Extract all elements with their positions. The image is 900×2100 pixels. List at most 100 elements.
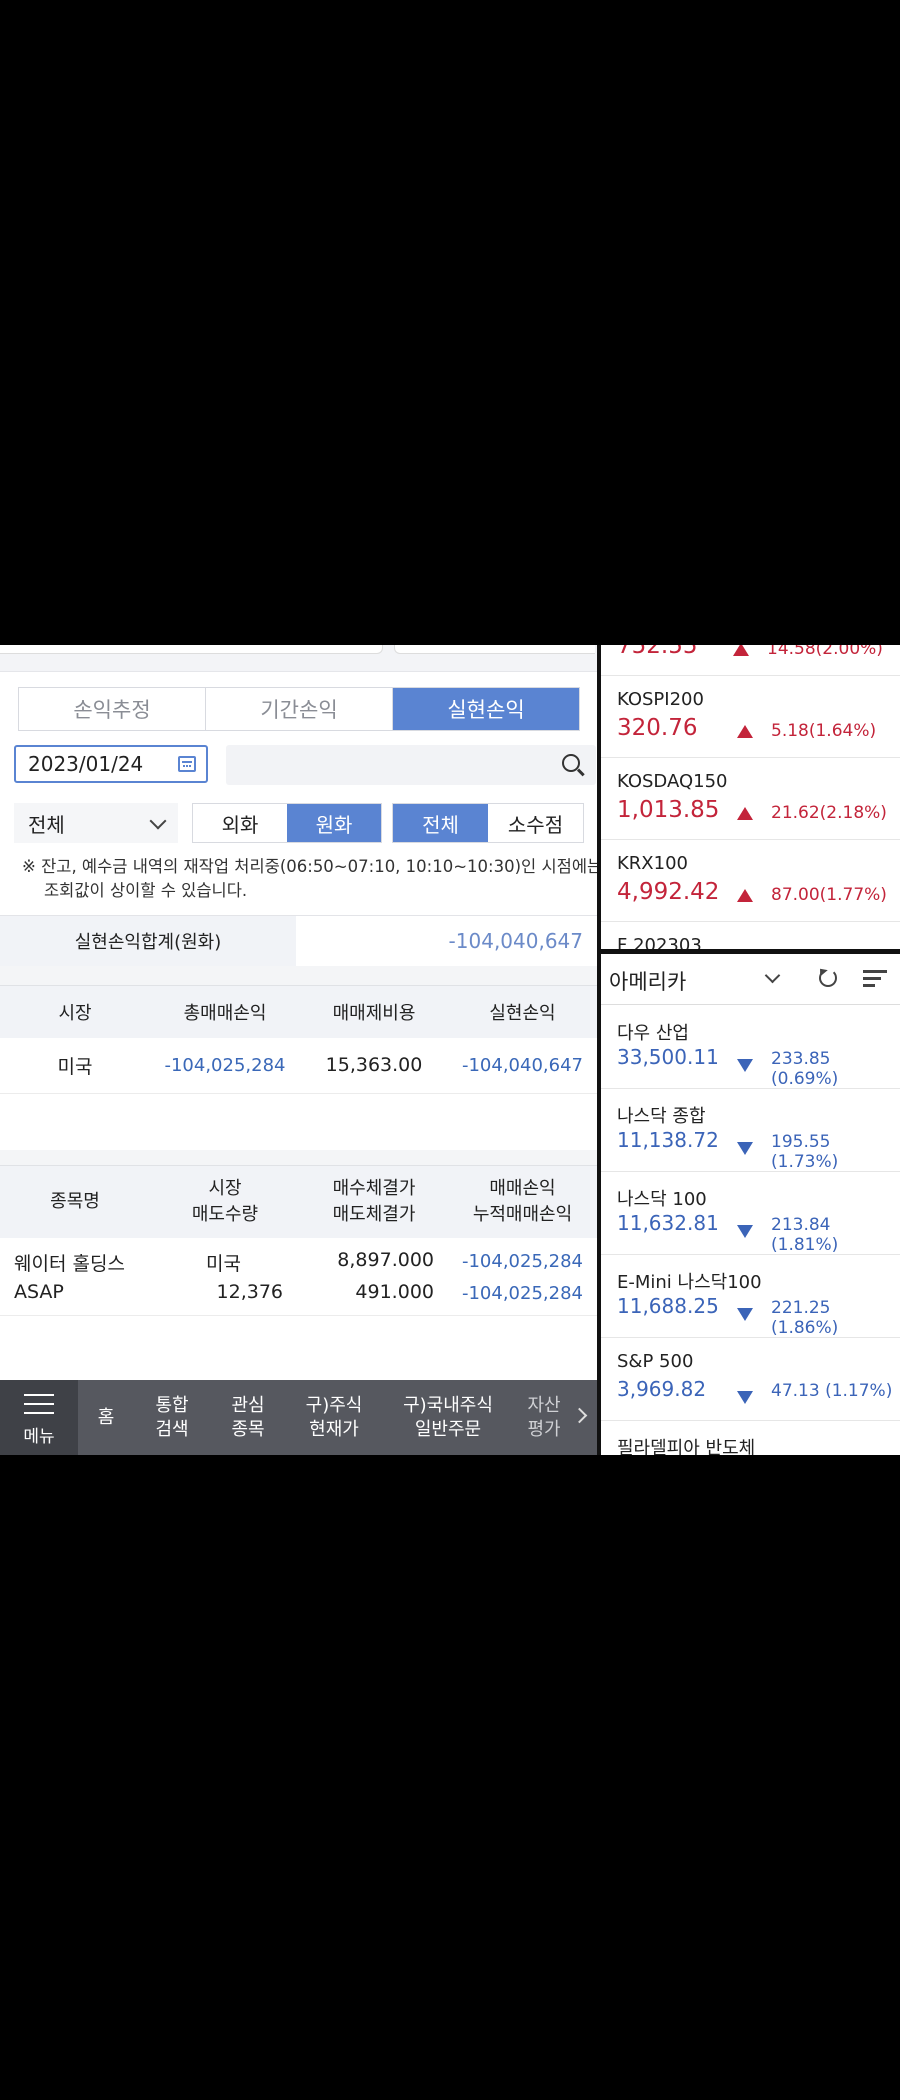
index-value: 33,500.11 [617,1045,719,1069]
nav-asset[interactable]: 자산 평가 [514,1380,574,1455]
col-stock-name: 종목명 [0,1166,150,1238]
stock-ticker: ASAP [14,1281,64,1303]
list-item[interactable]: F 202303 [601,921,900,949]
list-item[interactable]: 나스닥 100 11,632.81 213.84 (1.81%) [601,1171,900,1255]
nav-scroll-right[interactable] [567,1380,597,1455]
col-realized: 실현손익 [489,1003,556,1024]
trade-pnl: -104,025,284 [461,1251,583,1272]
list-item[interactable]: KOSDAQ150 1,013.85 21.62(2.18%) [601,757,900,840]
index-change: 47.13 (1.17%) [771,1381,893,1401]
list-item[interactable]: KRX100 4,992.42 87.00(1.77%) [601,839,900,922]
index-name: 나스닥 종합 [617,1106,706,1127]
stock-qty: 12,376 [216,1281,283,1303]
index-value: 4,992.42 [617,879,720,905]
nav-home-label: 홈 [97,1406,115,1428]
nav-domestic-order[interactable]: 구)국내주식 일반주문 [382,1394,514,1442]
index-name: E-Mini 나스닥100 [617,1272,762,1293]
nav-stock-price[interactable]: 구)주식 현재가 [286,1394,382,1442]
nav-stock-price-line1: 구)주식 [305,1394,363,1416]
filter-icon[interactable] [863,969,887,987]
col-market: 시장 [58,1003,92,1024]
currency-foreign-button[interactable]: 외화 [193,804,287,842]
tab-estimate[interactable]: 손익추정 [19,688,206,730]
index-name: S&P 500 [617,1351,694,1372]
nav-watchlist[interactable]: 관심 종목 [210,1394,286,1442]
col-stock-name-label: 종목명 [50,1191,100,1212]
index-name: 다우 산업 [617,1023,689,1044]
list-item[interactable]: 752.55 14.58(2.00%) [601,645,900,676]
col-pnl-label: 매매손익 [489,1178,556,1199]
notice-text: ※ 잔고, 예수금 내역의 재작업 처리중(06:50~07:10, 10:10… [22,855,597,903]
cum-pnl: -104,025,284 [461,1283,583,1304]
col-costs: 매매제비용 [332,1003,416,1024]
stock-table-header: 종목명 시장 매도수량 매수체결가 매도체결가 매매손익 누적매매손익 [0,1165,597,1238]
cut-segment-right [394,645,595,654]
summary-label: 실현손익합계(원화) [0,916,296,966]
row-costs: 15,363.00 [325,1054,423,1076]
list-item[interactable]: S&P 500 3,969.82 47.13 (1.17%) [601,1337,900,1421]
up-arrow-icon [737,889,753,902]
col-market-qty: 시장 매도수량 [150,1166,300,1238]
index-value: 1,013.85 [617,797,720,823]
nav-home[interactable]: 홈 [78,1406,134,1430]
calendar-icon[interactable] [178,756,196,772]
tab-period[interactable]: 기간손익 [206,688,393,730]
pnl-tabs: 손익추정 기간손익 실현손익 [18,687,580,731]
index-change: 195.55 (1.73%) [771,1132,839,1172]
search-input[interactable] [226,745,596,785]
index-value: 752.55 [617,645,698,659]
up-arrow-icon [737,807,753,820]
up-arrow-icon [733,645,749,656]
chevron-right-icon [571,1407,588,1424]
list-item[interactable]: E-Mini 나스닥100 11,688.25 221.25 (1.86%) [601,1254,900,1338]
nav-watchlist-line2: 종목 [231,1418,265,1440]
nav-search-line1: 통합 [155,1394,189,1416]
col-sell-price-label: 매도체결가 [332,1204,416,1225]
table-row[interactable]: 웨이터 홀딩스 ASAP 미국 12,376 8,897.000 491.000… [0,1243,597,1316]
index-value: 11,632.81 [617,1211,719,1235]
top-cut-toolbar [0,645,597,672]
index-change: 213.84 (1.81%) [771,1215,839,1255]
row-realized: -104,040,647 [461,1054,583,1076]
index-name: 나스닥 100 [617,1189,707,1210]
buy-price: 8,897.000 [337,1249,434,1271]
currency-krw-button[interactable]: 원화 [287,804,381,842]
index-change: 21.62(2.18%) [771,803,887,823]
tab-realized[interactable]: 실현손익 [393,688,579,730]
index-change: 5.18(1.64%) [771,721,877,741]
menu-button[interactable]: 메뉴 [0,1380,78,1455]
quantity-all-button[interactable]: 전체 [393,804,488,842]
nav-search[interactable]: 통합 검색 [134,1394,210,1442]
table-row[interactable]: 미국 -104,025,284 15,363.00 -104,040,647 [0,1037,597,1094]
stock-name: 웨이터 홀딩스 [14,1253,125,1275]
market-select[interactable]: 전체 [14,803,178,843]
americas-index-list: 아메리카 다우 산업 33,500.11 233.85 (0.69%) 나스닥 … [601,954,900,1455]
nav-stock-price-line2: 현재가 [309,1418,359,1440]
list-item[interactable]: KOSPI200 320.76 5.18(1.64%) [601,675,900,758]
list-item[interactable]: 다우 산업 33,500.11 233.85 (0.69%) [601,1005,900,1089]
chevron-down-icon[interactable] [764,967,781,984]
down-arrow-icon [737,1142,753,1155]
notice-mark: ※ [22,857,36,876]
down-arrow-icon [737,1059,753,1072]
quantity-fraction-button[interactable]: 소수점 [488,804,583,842]
list-item[interactable]: 나스닥 종합 11,138.72 195.55 (1.73%) [601,1088,900,1172]
col-buy-price-label: 매수체결가 [332,1178,416,1199]
nav-asset-line1: 자산 [527,1394,561,1416]
col-total-pnl: 총매매손익 [183,1003,267,1024]
index-change: 87.00(1.77%) [771,885,887,905]
search-icon[interactable] [562,754,580,772]
list-item[interactable]: 필라델피아 반도체 [601,1420,900,1455]
refresh-icon[interactable] [819,969,837,987]
region-select[interactable]: 아메리카 [609,966,686,996]
nav-search-line2: 검색 [155,1418,189,1440]
nav-watchlist-line1: 관심 [231,1394,265,1416]
date-picker[interactable]: 2023/01/24 [14,745,208,783]
up-arrow-icon [737,725,753,738]
index-value: 11,138.72 [617,1128,719,1152]
col-market-label: 시장 [208,1178,242,1199]
summary-row: 실현손익합계(원화) -104,040,647 [0,915,597,967]
section-gap [0,966,597,985]
index-name: 필라델피아 반도체 [617,1438,756,1455]
stock-market: 미국 [206,1253,241,1275]
